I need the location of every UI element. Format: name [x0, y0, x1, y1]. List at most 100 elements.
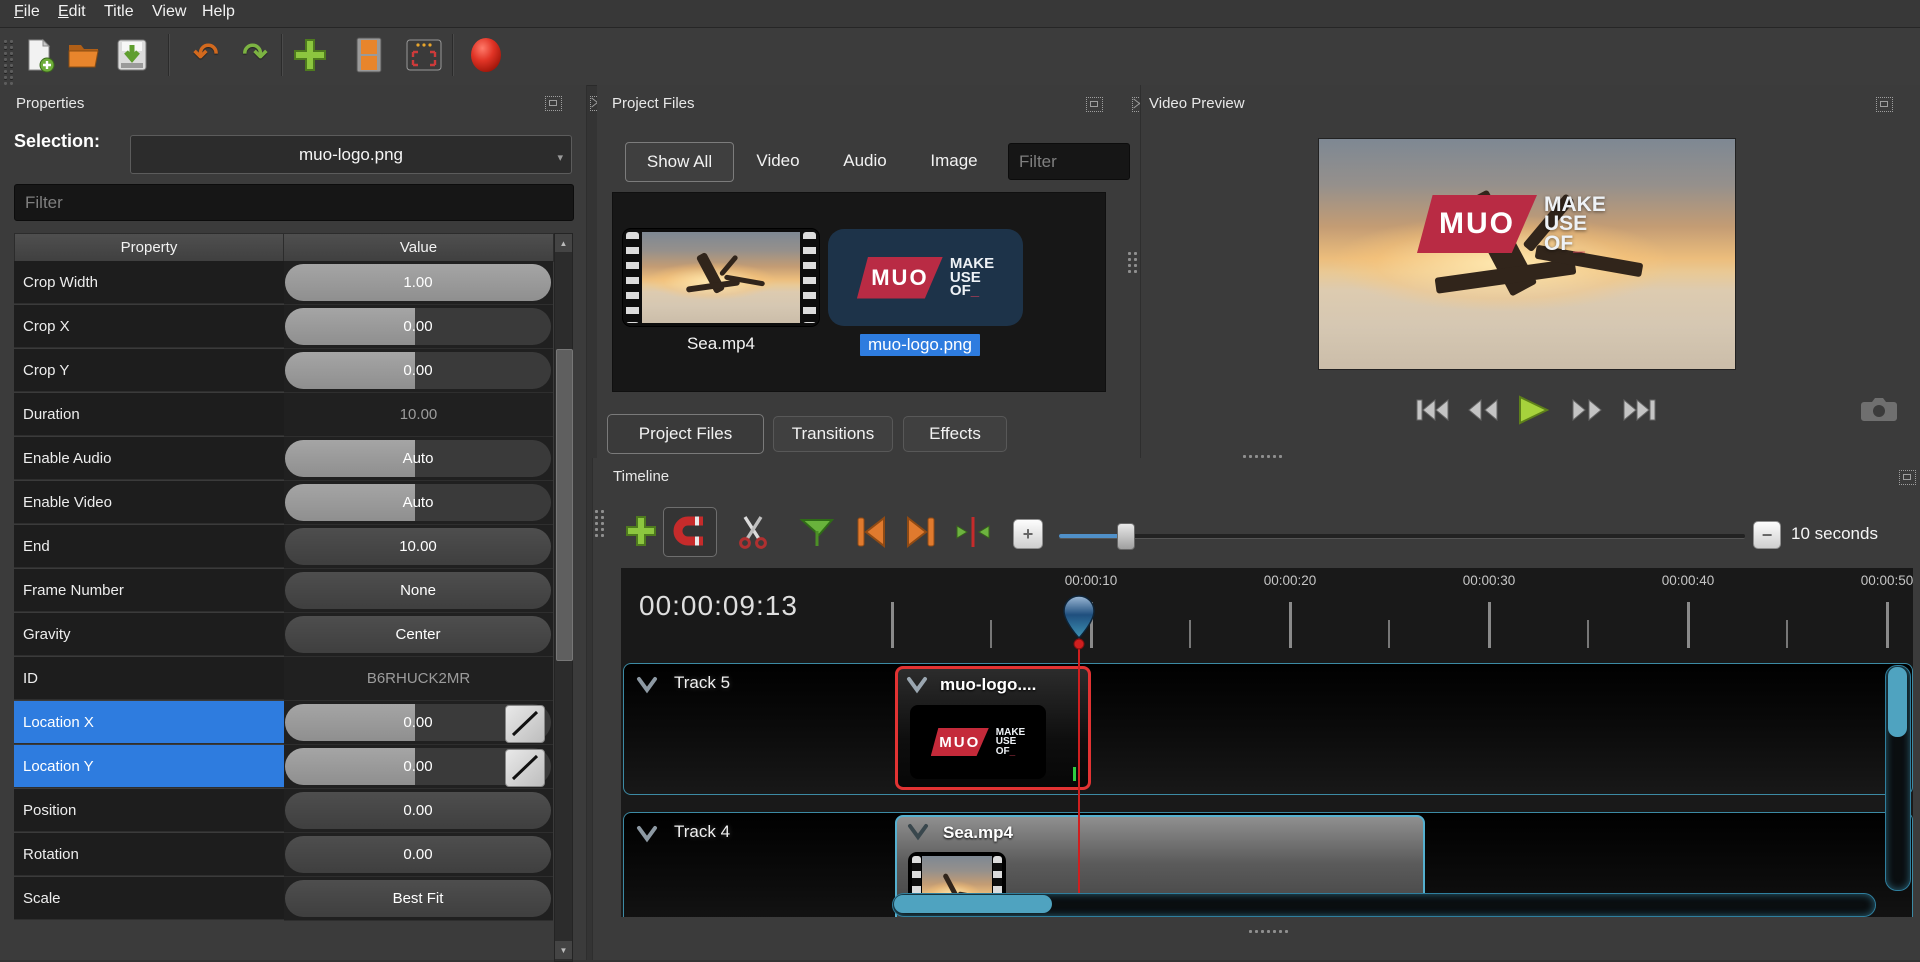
table-row[interactable]: Gravity Center	[14, 613, 553, 657]
panel-splitter-handle[interactable]	[1128, 252, 1137, 273]
zoom-slider-handle[interactable]	[1117, 523, 1135, 550]
float-panel-icon[interactable]	[1876, 97, 1893, 112]
column-header-value[interactable]: Value	[283, 233, 554, 262]
filter-audio-button[interactable]: Audio	[835, 142, 895, 180]
table-row[interactable]: End 10.00	[14, 525, 553, 569]
float-panel-icon[interactable]	[1086, 97, 1103, 112]
playhead-marker[interactable]	[1061, 594, 1097, 661]
clip-muo-logo-selected[interactable]: muo-logo.... MUO MAKEUSE OF_	[895, 666, 1091, 790]
save-project-icon[interactable]	[112, 35, 152, 75]
table-row[interactable]: Scale Best Fit	[14, 877, 553, 921]
table-row[interactable]: Duration 10.00	[14, 393, 553, 437]
filter-show-all-button[interactable]: Show All	[625, 142, 734, 182]
snapshot-camera-icon[interactable]	[1859, 395, 1899, 425]
timeline-canvas[interactable]: 00:00:09:13 00:00:10 00:00:20 00:00:30 0…	[621, 568, 1913, 917]
table-row[interactable]: Crop Width 1.00	[14, 261, 553, 305]
add-track-icon[interactable]	[623, 513, 659, 549]
file-name[interactable]: Sea.mp4	[623, 334, 819, 354]
menu-edit[interactable]: Edit	[54, 3, 90, 21]
tab-project-files[interactable]: Project Files	[607, 414, 764, 454]
scrollbar-thumb[interactable]	[556, 349, 573, 661]
table-row[interactable]: Crop X 0.00	[14, 305, 553, 349]
table-row[interactable]: Frame Number None	[14, 569, 553, 613]
zoom-in-button[interactable]: +	[1013, 519, 1043, 549]
new-project-icon[interactable]	[19, 35, 59, 75]
clip-menu-chevron-icon[interactable]	[907, 823, 929, 846]
undo-icon[interactable]: ↶	[186, 35, 226, 75]
open-project-icon[interactable]	[64, 35, 104, 75]
float-panel-icon[interactable]	[545, 96, 562, 111]
project-files-filter-input[interactable]	[1008, 143, 1130, 180]
track-menu-chevron-icon[interactable]	[636, 676, 658, 699]
ruler-label: 00:00:10	[1046, 573, 1136, 588]
selection-dropdown[interactable]: muo-logo.png ▾	[130, 135, 572, 174]
toolbar-drag-handle[interactable]	[4, 40, 13, 85]
table-row[interactable]: Position 0.00	[14, 789, 553, 833]
table-row[interactable]: Rotation 0.00	[14, 833, 553, 877]
keyframe-interpolation-icon[interactable]	[505, 705, 545, 743]
table-row[interactable]: ID B6RHUCK2MR	[14, 657, 553, 701]
filter-video-button[interactable]: Video	[749, 142, 807, 180]
previous-marker-icon[interactable]	[851, 513, 891, 551]
column-header-property[interactable]: Property	[14, 233, 284, 262]
rewind-button[interactable]	[1463, 395, 1503, 425]
project-files-panel-title: Project Files	[612, 95, 695, 112]
table-row[interactable]: Enable Audio Auto	[14, 437, 553, 481]
jump-to-end-button[interactable]	[1619, 395, 1659, 425]
panel-resize-handle[interactable]	[1249, 930, 1288, 933]
redo-icon[interactable]: ↷	[235, 35, 275, 75]
file-name-selected[interactable]: muo-logo.png	[860, 334, 980, 356]
keyframe-interpolation-icon[interactable]	[505, 749, 545, 787]
timeline-toolbar-handle[interactable]	[595, 510, 604, 537]
float-panel-icon[interactable]	[1899, 470, 1916, 485]
add-track-icon[interactable]	[290, 35, 330, 75]
menu-view[interactable]: View	[148, 3, 190, 21]
horizontal-scrollbar-thumb[interactable]	[894, 895, 1052, 913]
track-menu-chevron-icon[interactable]	[636, 825, 658, 848]
choose-profile-icon[interactable]	[404, 35, 444, 75]
snapping-toggle-button[interactable]	[663, 507, 717, 557]
ruler-tick	[1189, 620, 1191, 648]
scroll-up-icon[interactable]: ▲	[555, 234, 572, 252]
ruler-tick	[1786, 620, 1788, 648]
vertical-scrollbar-thumb[interactable]	[1888, 667, 1907, 737]
fast-forward-button[interactable]	[1567, 395, 1607, 425]
table-row-selected[interactable]: Location X 0.00	[14, 701, 553, 745]
table-row[interactable]: Enable Video Auto	[14, 481, 553, 525]
zoom-out-button[interactable]: −	[1753, 521, 1781, 549]
tab-effects[interactable]: Effects	[903, 416, 1007, 452]
add-marker-icon[interactable]	[798, 513, 836, 551]
jump-to-start-button[interactable]	[1413, 395, 1453, 425]
table-row[interactable]: Crop Y 0.00	[14, 349, 553, 393]
openshot-window: { "menu": {"items": ["File", "Edit", "Ti…	[0, 0, 1920, 960]
main-toolbar: ↶ ↷	[0, 28, 1920, 86]
next-marker-icon[interactable]	[901, 513, 941, 551]
track-name: Track 4	[674, 822, 730, 842]
properties-filter-input[interactable]	[14, 184, 574, 221]
file-thumbnail-video[interactable]	[623, 229, 819, 326]
zoom-scale-label: 10 seconds	[1791, 524, 1878, 544]
menu-title[interactable]: Title	[100, 3, 138, 21]
menu-file[interactable]: File	[10, 3, 44, 21]
filter-image-button[interactable]: Image	[923, 142, 985, 180]
timeline-panel-title: Timeline	[613, 468, 669, 485]
properties-scrollbar[interactable]: ▲ ▼	[554, 233, 573, 962]
keyframe-indicator	[1073, 767, 1076, 781]
center-playhead-icon[interactable]	[951, 513, 995, 551]
ruler-label: 00:00:30	[1444, 573, 1534, 588]
import-files-icon[interactable]	[349, 35, 389, 75]
playhead-timecode: 00:00:09:13	[639, 590, 798, 622]
video-preview-frame[interactable]: MUO MAKEUSE OF_	[1319, 139, 1735, 369]
play-button[interactable]	[1513, 395, 1553, 425]
razor-scissors-icon[interactable]	[735, 513, 771, 549]
menu-help[interactable]: Help	[198, 3, 239, 21]
file-thumbnail-image[interactable]: MUO MAKEUSE OF_	[828, 229, 1023, 326]
track-row[interactable]: Track 5	[623, 663, 1913, 795]
table-row-selected[interactable]: Location Y 0.00	[14, 745, 553, 789]
clip-menu-chevron-icon[interactable]	[906, 676, 928, 699]
ruler-tick	[891, 602, 894, 648]
export-video-icon[interactable]	[466, 35, 506, 75]
tab-transitions[interactable]: Transitions	[773, 416, 893, 452]
scroll-down-icon[interactable]: ▼	[555, 941, 572, 959]
zoom-slider[interactable]	[1059, 534, 1745, 539]
